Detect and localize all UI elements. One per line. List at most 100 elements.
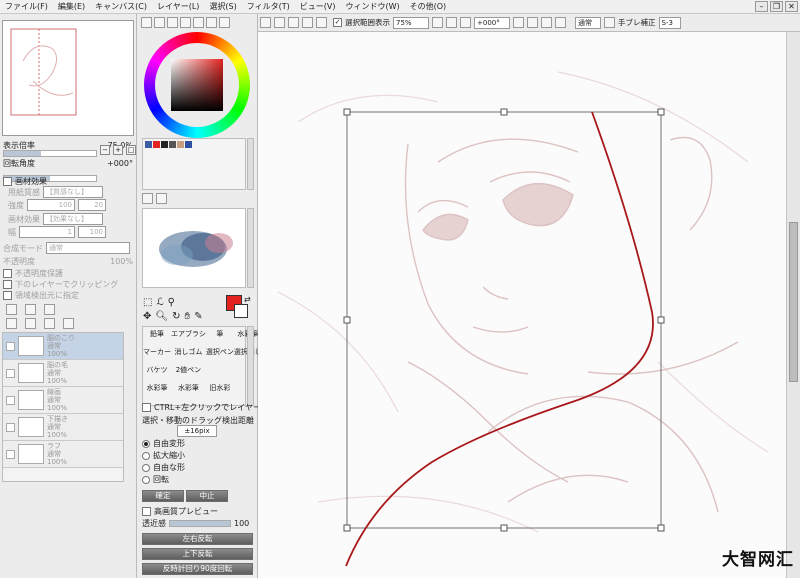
radio-free-transform[interactable] bbox=[142, 439, 150, 448]
flip-view-icon[interactable] bbox=[555, 17, 566, 28]
perspective-slider[interactable] bbox=[169, 520, 231, 527]
layer-visibility-icon[interactable] bbox=[6, 341, 15, 351]
swatch-grid[interactable] bbox=[142, 138, 246, 190]
scrollbar-thumb[interactable] bbox=[789, 222, 798, 382]
zoom-fit-button[interactable]: □ bbox=[126, 145, 136, 155]
swatch[interactable] bbox=[185, 141, 192, 148]
ctrl-select-checkbox[interactable] bbox=[142, 403, 151, 412]
rotate-icon[interactable]: ↻ bbox=[172, 311, 180, 322]
zoom-reset-icon[interactable] bbox=[460, 17, 471, 28]
delete-layer-icon[interactable] bbox=[63, 318, 74, 329]
tool-eraser[interactable]: 消しゴム bbox=[171, 347, 206, 357]
tool-pencil[interactable]: 鉛筆 bbox=[143, 329, 171, 339]
effect-select[interactable]: 【効果なし】 bbox=[43, 213, 103, 225]
new-folder-icon[interactable] bbox=[25, 304, 36, 315]
menu-view[interactable]: ビュー(V) bbox=[295, 1, 341, 12]
option-free-shape[interactable]: 自由な形 bbox=[142, 462, 185, 473]
protect-opacity-checkbox[interactable] bbox=[3, 269, 12, 278]
layer-row[interactable]: 線画 通常 100% bbox=[3, 387, 123, 414]
hq-preview-row[interactable]: 高画質プレビュー bbox=[142, 506, 218, 517]
canvas-vertical-scrollbar[interactable] bbox=[786, 32, 800, 578]
scratchpad-scrollbar[interactable] bbox=[247, 208, 254, 288]
tool-watercolor-3[interactable]: 水彩筆 bbox=[171, 383, 206, 393]
close-button[interactable]: ✕ bbox=[785, 1, 798, 12]
invert-selection-icon[interactable] bbox=[274, 17, 285, 28]
lasso-icon[interactable]: ℒ bbox=[156, 297, 163, 308]
move-icon[interactable]: ✥ bbox=[143, 311, 151, 322]
zoom-in-button[interactable]: + bbox=[113, 145, 123, 155]
clear-icon[interactable] bbox=[302, 17, 313, 28]
swatch[interactable] bbox=[177, 141, 184, 148]
texture-select[interactable]: 【質感なし】 bbox=[43, 186, 103, 198]
palette-tab-icon[interactable] bbox=[219, 17, 230, 28]
canvas-area[interactable] bbox=[258, 32, 786, 578]
tool-binary-pen[interactable]: 2値ペン bbox=[171, 365, 206, 375]
tool-airbrush[interactable]: エアブラシ bbox=[171, 329, 206, 339]
detect-source-checkbox[interactable] bbox=[3, 291, 12, 300]
eyedropper-icon[interactable]: ✎ bbox=[194, 311, 202, 322]
protect-opacity-row[interactable]: 不透明度保護 bbox=[3, 268, 63, 279]
tool-old-watercolor[interactable]: 旧水彩 bbox=[206, 383, 234, 393]
layer-visibility-icon[interactable] bbox=[6, 395, 15, 405]
ctrl-select-row[interactable]: CTRL+左クリックでレイヤー選択 bbox=[142, 402, 277, 413]
view-icon[interactable] bbox=[316, 17, 327, 28]
tool-grid-scrollbar[interactable] bbox=[247, 326, 254, 406]
hq-preview-checkbox[interactable] bbox=[142, 507, 151, 516]
selection-display-checkbox[interactable]: ✓ bbox=[333, 18, 342, 27]
menu-file[interactable]: ファイル(F) bbox=[0, 1, 53, 12]
layer-row[interactable]: 下描き 通常 100% bbox=[3, 414, 123, 441]
tool-select-pen[interactable]: 選択ペン bbox=[206, 347, 234, 357]
effect-width-value[interactable]: 1 bbox=[19, 226, 75, 238]
magic-wand-icon[interactable]: ⚲ bbox=[168, 297, 175, 308]
color-wheel-tab-icon[interactable] bbox=[141, 17, 152, 28]
menu-window[interactable]: ウィンドウ(W) bbox=[340, 1, 404, 12]
menu-layer[interactable]: レイヤー(L) bbox=[152, 1, 204, 12]
layer-visibility-icon[interactable] bbox=[6, 422, 15, 432]
saturation-value-square[interactable] bbox=[171, 59, 223, 111]
tool-bucket[interactable]: バケツ bbox=[143, 365, 171, 375]
rotation-select[interactable]: +000° bbox=[474, 16, 510, 29]
color-wheel[interactable] bbox=[144, 32, 250, 138]
texture-strength-value[interactable]: 100 bbox=[27, 199, 75, 211]
swap-colors-icon[interactable]: ⇄ bbox=[244, 295, 251, 304]
layer-copy-icon[interactable] bbox=[44, 304, 55, 315]
drag-distance-field[interactable]: ±16pix bbox=[177, 425, 217, 437]
zoom-in-icon[interactable] bbox=[432, 17, 443, 28]
menu-edit[interactable]: 編集(E) bbox=[53, 1, 90, 12]
scratchpad-pick-icon[interactable] bbox=[156, 193, 167, 204]
minimize-button[interactable]: – bbox=[755, 1, 768, 12]
layer-row[interactable]: 脳のこり 通常 100% bbox=[3, 333, 123, 360]
blend-mode-select[interactable]: 通常 bbox=[575, 16, 601, 29]
swatch[interactable] bbox=[169, 141, 176, 148]
cancel-button[interactable]: 中止 bbox=[186, 490, 228, 502]
stabilizer-select[interactable]: S-3 bbox=[658, 16, 681, 29]
layer-visibility-icon[interactable] bbox=[6, 449, 15, 459]
layer-row[interactable]: 脳の毛 通常 100% bbox=[3, 360, 123, 387]
rgb-slider-tab-icon[interactable] bbox=[154, 17, 165, 28]
menu-canvas[interactable]: キャンバス(C) bbox=[90, 1, 152, 12]
option-free-transform[interactable]: 自由変形 bbox=[142, 438, 185, 449]
rotate-ccw-button[interactable]: 反時計回り90度回転 bbox=[142, 563, 253, 575]
layer-row[interactable]: ラフ 通常 100% bbox=[3, 441, 123, 468]
crop-icon[interactable] bbox=[288, 17, 299, 28]
effect-strength-value[interactable]: 100 bbox=[78, 226, 106, 238]
clear-layer-icon[interactable] bbox=[25, 318, 36, 329]
zoom-out-button[interactable]: − bbox=[100, 145, 110, 155]
navigator-preview[interactable] bbox=[2, 20, 134, 136]
detect-source-row[interactable]: 領域検出元に指定 bbox=[3, 290, 79, 301]
tool-marker[interactable]: マーカー bbox=[143, 347, 171, 357]
radio-rotate[interactable] bbox=[142, 475, 150, 484]
zoom-icon[interactable]: 🔍︎ bbox=[155, 311, 168, 322]
layer-visibility-icon[interactable] bbox=[6, 368, 15, 378]
rotate-left-icon[interactable] bbox=[513, 17, 524, 28]
scratchpad-clear-icon[interactable] bbox=[142, 193, 153, 204]
swatch-scrollbar[interactable] bbox=[247, 138, 254, 190]
option-scale[interactable]: 拡大縮小 bbox=[142, 450, 185, 461]
blend-select[interactable]: 通常 bbox=[46, 242, 130, 254]
swatch-tab-icon[interactable] bbox=[193, 17, 204, 28]
flip-vertical-button[interactable]: 上下反転 bbox=[142, 548, 253, 560]
swatch[interactable] bbox=[145, 141, 152, 148]
clipping-checkbox[interactable] bbox=[3, 280, 12, 289]
menu-other[interactable]: その他(O) bbox=[405, 1, 452, 12]
menu-filter[interactable]: フィルタ(T) bbox=[242, 1, 295, 12]
